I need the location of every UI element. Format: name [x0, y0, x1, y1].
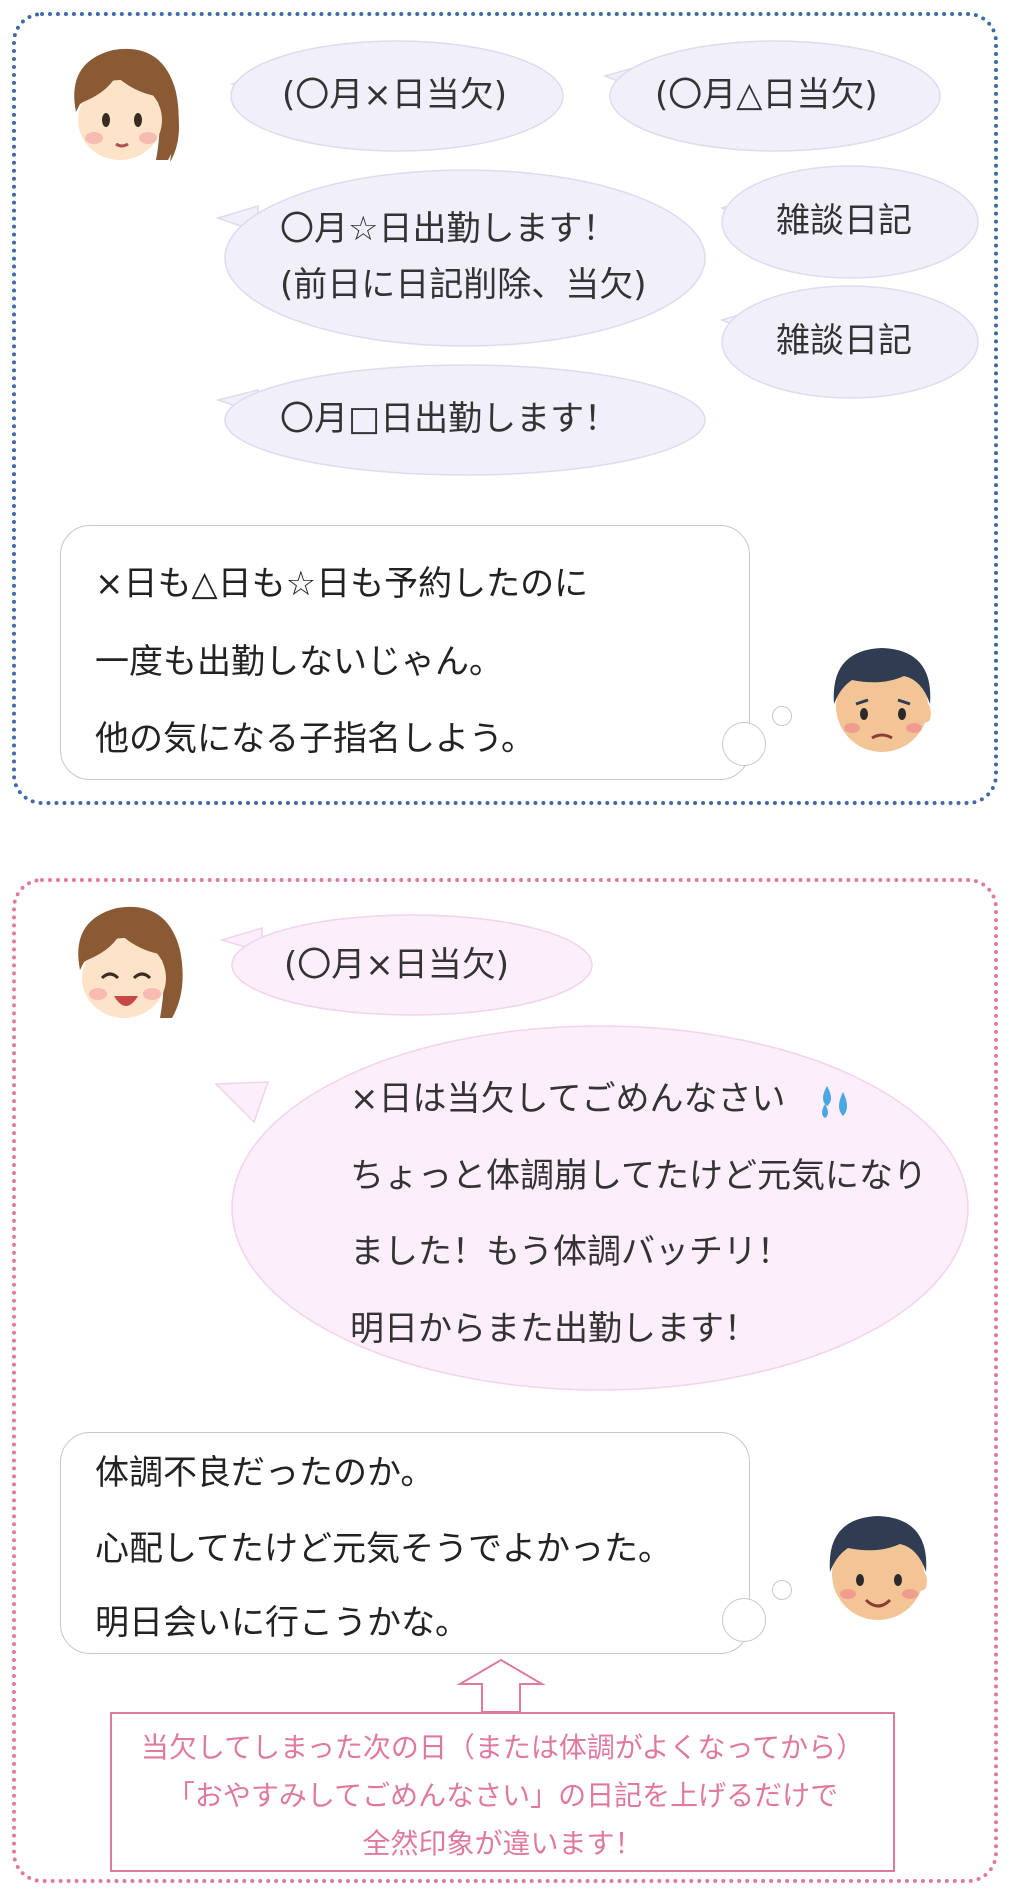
- thought-line: 体調不良だったのか。: [95, 1453, 435, 1493]
- thought-line: 心配してたけど元気そうでよかった。: [95, 1529, 672, 1569]
- speech-bubble-2: [214, 914, 969, 1391]
- bubble-text-apology-4: 明日からまた出勤します！: [350, 1309, 758, 1349]
- bubble-text-apology-3: ました！もう体調バッチリ！: [350, 1232, 791, 1272]
- tip-line: 「おやすみしてごめんなさい」の日記を上げるだけで: [166, 1779, 839, 1812]
- tip-line: 当欠してしまった次の日（または体調がよくなってから）: [140, 1731, 865, 1764]
- bubble-text-apology-2: ちょっと体調崩してたけど元気になり: [350, 1156, 927, 1196]
- thought-circle-small: [772, 1580, 792, 1600]
- thought-line: 明日会いに行こうかな。: [95, 1603, 469, 1643]
- up-arrow-icon: [456, 1658, 546, 1713]
- bubble-text-absent-x-2: (〇月×日当欠): [284, 945, 510, 985]
- tip-line: 全然印象が違います！: [362, 1827, 643, 1860]
- bubble-text-apology-1: ×日は当欠してごめんなさい: [350, 1079, 786, 1119]
- sweat-drops-icon: [822, 1086, 847, 1118]
- tip-box: 当欠してしまった次の日（または体調がよくなってから） 「おやすみしてごめんなさい…: [110, 1712, 895, 1872]
- thought-box-after: 体調不良だったのか。 心配してたけど元気そうでよかった。 明日会いに行こうかな。: [60, 1432, 750, 1654]
- thought-circle-large: [722, 1598, 766, 1642]
- man-happy-face-icon: [829, 1516, 927, 1620]
